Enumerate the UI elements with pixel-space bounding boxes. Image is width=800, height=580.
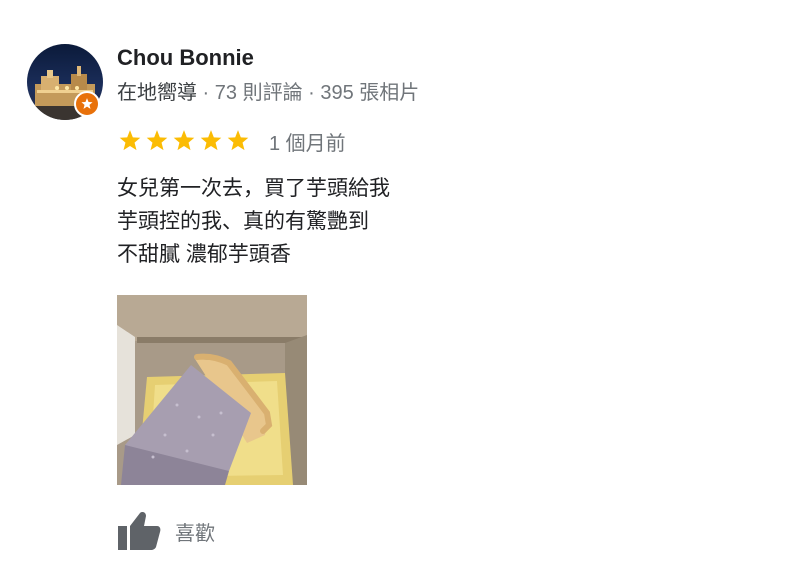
local-guide-label: 在地嚮導: [117, 82, 197, 104]
star-icon: [227, 130, 249, 151]
meta-separator: ·: [197, 82, 215, 104]
star-icon: [119, 130, 141, 151]
meta-separator: ·: [302, 82, 321, 104]
review-date: 1 個月前: [269, 132, 346, 155]
reviewer-name[interactable]: Chou Bonnie: [117, 44, 254, 72]
like-button[interactable]: 喜歡: [117, 509, 215, 553]
reviewer-meta: 在地嚮導 · 73 則評論 · 395 張相片: [117, 80, 419, 106]
reviews-count: 73 則評論: [214, 82, 303, 104]
local-guide-star-icon: [81, 98, 93, 109]
avatar[interactable]: [27, 44, 103, 120]
review-text-line: 女兒第一次去，買了芋頭給我: [117, 177, 390, 200]
review-photo[interactable]: [117, 295, 307, 485]
photos-count: 395 張相片: [320, 82, 420, 104]
rating-row: 1 個月前: [117, 126, 346, 156]
like-label: 喜歡: [175, 522, 215, 545]
review-text: 女兒第一次去，買了芋頭給我 芋頭控的我、真的有驚艷到 不甜膩 濃郁芋頭香: [117, 172, 390, 271]
star-icon: [146, 130, 168, 151]
review-text-line: 芋頭控的我、真的有驚艷到: [117, 210, 369, 233]
review-text-line: 不甜膩 濃郁芋頭香: [117, 243, 291, 266]
star-rating: [117, 128, 251, 154]
star-icon: [200, 130, 222, 151]
thumbs-up-icon: [118, 512, 161, 550]
local-guide-badge: [74, 91, 100, 117]
star-icon: [173, 130, 195, 151]
review-card: Chou Bonnie 在地嚮導 · 73 則評論 · 395 張相片 1 個月…: [0, 0, 800, 580]
